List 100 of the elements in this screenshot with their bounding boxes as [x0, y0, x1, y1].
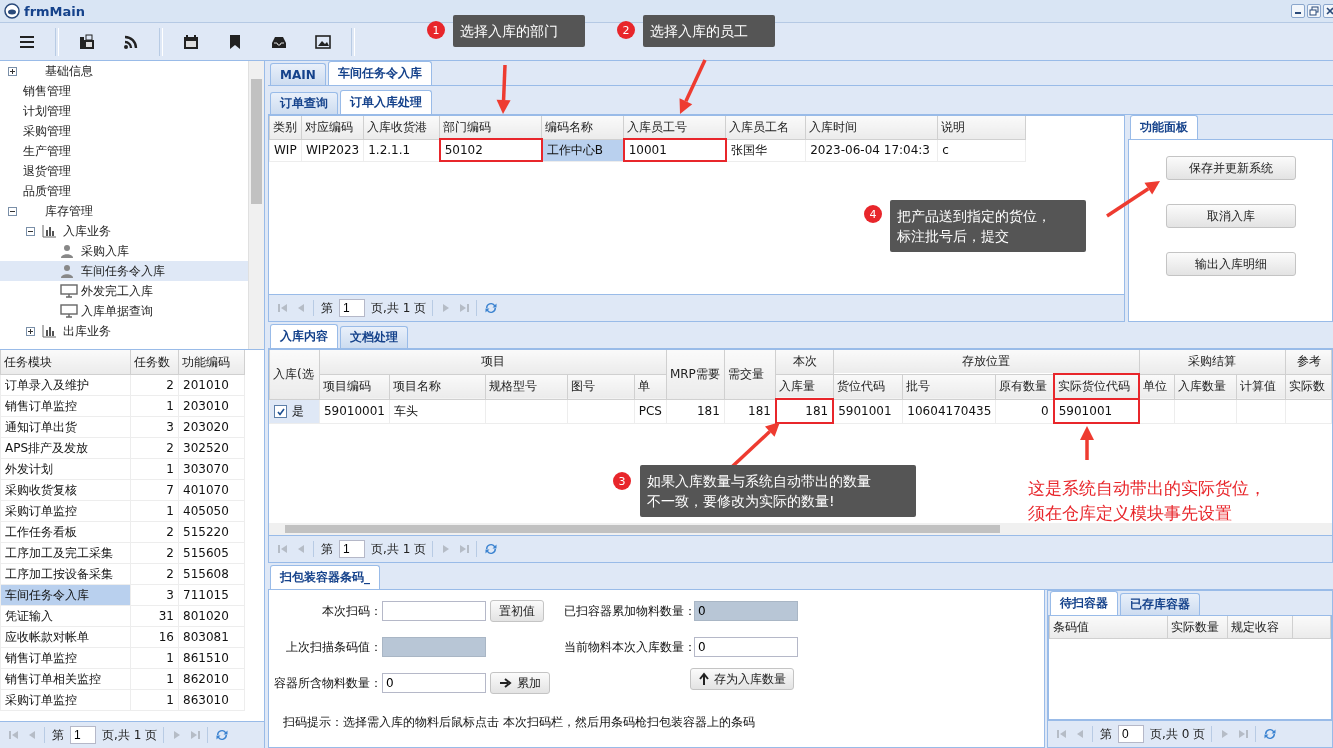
table-cell[interactable]: 凭证输入	[0, 605, 131, 627]
first-page-icon[interactable]	[8, 729, 20, 741]
table-cell[interactable]: 订单录入及维护	[0, 374, 131, 396]
table-cell[interactable]: 2	[130, 542, 179, 564]
menu-icon[interactable]	[19, 33, 35, 50]
table-cell[interactable]: 销售订单监控	[0, 647, 131, 669]
image-icon[interactable]	[315, 33, 331, 50]
table-cell[interactable]: 10604170435	[902, 399, 996, 423]
table-cell[interactable]: 5901001	[833, 399, 903, 423]
column-header[interactable]: 任务数	[130, 350, 179, 375]
table-cell[interactable]: 515605	[178, 542, 245, 564]
table-cell[interactable]: 1	[130, 668, 179, 690]
tree-item[interactable]: 入库单据查询	[0, 301, 248, 321]
table-cell[interactable]: 张国华	[725, 139, 806, 161]
table-cell[interactable]: 2023-06-04 17:04:3	[805, 139, 938, 161]
last-page-icon[interactable]	[1237, 728, 1250, 740]
table-cell[interactable]: 7	[130, 479, 179, 501]
column-header[interactable]: 任务模块	[0, 350, 131, 375]
tab[interactable]: 待扫容器	[1050, 591, 1118, 615]
table-cell[interactable]: 2	[130, 563, 179, 585]
table-cell[interactable]: 863010	[178, 689, 245, 711]
tree-item[interactable]: 采购管理	[0, 121, 248, 141]
table-cell[interactable]: 外发计划	[0, 458, 131, 480]
table-cell[interactable]: 16	[130, 626, 179, 648]
table-cell[interactable]: 10001	[623, 139, 726, 161]
table-cell[interactable]: 3	[130, 416, 179, 438]
column-header[interactable]: 项目	[319, 350, 667, 374]
page-field[interactable]: 1	[70, 726, 96, 744]
table-cell[interactable]: 405050	[178, 500, 245, 522]
first-page-icon[interactable]	[1056, 728, 1068, 740]
table-cell[interactable]: 3	[130, 584, 179, 606]
first-page-icon[interactable]	[277, 302, 289, 314]
table-cell[interactable]: 515608	[178, 563, 245, 585]
table-cell[interactable]: 31	[130, 605, 179, 627]
table-cell[interactable]: 203010	[178, 395, 245, 417]
table-cell[interactable]: 59010001	[319, 399, 390, 423]
table-cell[interactable]: 861510	[178, 647, 245, 669]
table-cell[interactable]: 2	[130, 437, 179, 459]
table-cell[interactable]: 803081	[178, 626, 245, 648]
scrollbar[interactable]	[248, 61, 264, 349]
column-header[interactable]: 实际货位代码	[1053, 374, 1140, 399]
action-button[interactable]: 保存并更新系统	[1165, 156, 1296, 180]
close-button[interactable]	[1323, 4, 1333, 18]
tree-item[interactable]: 采购入库	[0, 241, 248, 261]
tree-item[interactable]: 出库业务	[0, 321, 248, 341]
column-header[interactable]: 入库收货港	[363, 116, 440, 139]
column-header[interactable]: 入库员工名	[725, 116, 806, 139]
action-button[interactable]: 累加	[490, 672, 550, 694]
column-header[interactable]: 入库时间	[805, 116, 938, 139]
tree-item[interactable]: 入库业务	[0, 221, 248, 241]
refresh-icon[interactable]	[1263, 727, 1278, 741]
column-header[interactable]: 本次	[775, 350, 834, 374]
checkbox[interactable]	[274, 405, 287, 418]
tree-item[interactable]: 销售管理	[0, 81, 248, 101]
tab[interactable]: 订单查询	[270, 92, 338, 114]
tab[interactable]: 车间任务令入库	[327, 61, 432, 85]
column-header[interactable]: 条码值	[1049, 616, 1168, 639]
table-cell[interactable]: 50102	[439, 139, 542, 161]
table-cell[interactable]: 2	[130, 374, 179, 396]
tree-item[interactable]: 计划管理	[0, 101, 248, 121]
table-cell[interactable]: 515220	[178, 521, 245, 543]
table-cell[interactable]: 工作任务看板	[0, 521, 131, 543]
tree-item[interactable]: 品质管理	[0, 181, 248, 201]
tree-item[interactable]: 退货管理	[0, 161, 248, 181]
table-cell[interactable]: 是	[269, 399, 320, 423]
table-cell[interactable]: 711015	[178, 584, 245, 606]
table-cell[interactable]: 1	[130, 500, 179, 522]
tab[interactable]: 已存库容器	[1120, 593, 1200, 615]
table-cell[interactable]: 销售订单监控	[0, 395, 131, 417]
table-cell[interactable]: c	[937, 139, 1026, 161]
page-field[interactable]: 0	[1118, 725, 1144, 743]
table-cell[interactable]: 销售订单相关监控	[0, 668, 131, 690]
action-button[interactable]: 置初值	[490, 600, 544, 622]
table-cell[interactable]: 通知订单出货	[0, 416, 131, 438]
tab[interactable]: 文档处理	[340, 326, 408, 348]
table-cell[interactable]: 采购收货复核	[0, 479, 131, 501]
last-page-icon[interactable]	[458, 302, 471, 314]
tree-item[interactable]: 基础信息	[0, 61, 248, 81]
table-cell[interactable]: WIP	[269, 139, 302, 161]
refresh-icon[interactable]	[215, 728, 230, 742]
column-header[interactable]: 规定收容	[1227, 616, 1293, 639]
column-header[interactable]: 需交量	[724, 350, 776, 399]
input-field[interactable]: 0	[694, 637, 798, 657]
last-page-icon[interactable]	[458, 543, 471, 555]
table-cell[interactable]: 采购订单监控	[0, 689, 131, 711]
tab[interactable]: 订单入库处理	[340, 90, 432, 114]
collapse-icon[interactable]	[26, 226, 35, 236]
table-cell[interactable]: 302520	[178, 437, 245, 459]
column-header[interactable]: 入库(选	[269, 350, 320, 399]
table-cell[interactable]: 车间任务令入库	[0, 584, 131, 606]
tab[interactable]: 功能面板	[1130, 115, 1198, 139]
column-header[interactable]: MRP需要	[666, 350, 725, 399]
table-cell[interactable]: 181	[775, 399, 834, 423]
refresh-icon[interactable]	[484, 542, 499, 556]
table-cell[interactable]: 862010	[178, 668, 245, 690]
table-cell[interactable]: APS排产及发放	[0, 437, 131, 459]
column-header[interactable]: 实际数量	[1167, 616, 1228, 639]
column-header[interactable]: 规格型号	[485, 374, 568, 399]
table-cell[interactable]: 401070	[178, 479, 245, 501]
scrollbar[interactable]	[269, 523, 1332, 535]
